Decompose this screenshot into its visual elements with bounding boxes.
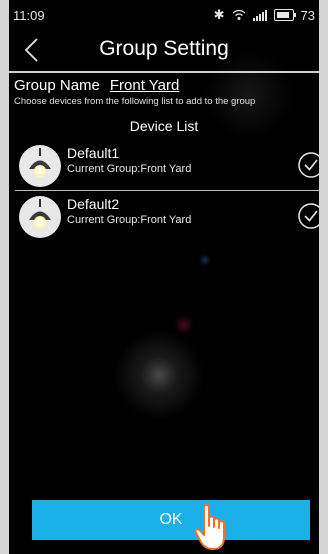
- title-bar: Group Setting: [9, 32, 319, 68]
- ok-button[interactable]: OK: [32, 500, 310, 540]
- list-divider: [15, 190, 319, 191]
- group-hint: Choose devices from the following list t…: [14, 96, 256, 107]
- signal-icon: [252, 9, 267, 21]
- page-title: Group Setting: [99, 37, 229, 60]
- status-bar: 11:09 ✱ 73: [9, 0, 319, 30]
- battery-level: 73: [300, 7, 315, 23]
- group-name-value[interactable]: Front Yard: [110, 77, 179, 94]
- device-group: Current Group:Front Yard: [67, 214, 192, 226]
- device-name: Default1: [67, 145, 120, 161]
- device-list-title: Device List: [129, 118, 199, 134]
- wifi-icon: [232, 9, 245, 20]
- device-group: Current Group:Front Yard: [67, 163, 192, 175]
- battery-icon: [273, 9, 296, 21]
- group-name-label: Group Name: [14, 77, 100, 94]
- status-icons: ✱ 73: [214, 7, 315, 23]
- status-time: 11:09: [13, 8, 45, 23]
- device-name: Default2: [67, 196, 120, 212]
- list-item[interactable]: Default1 Current Group:Front Yard: [17, 143, 319, 189]
- check-circle-icon[interactable]: [297, 202, 319, 230]
- check-circle-icon[interactable]: [297, 151, 319, 179]
- group-name-row: Group Name Front Yard: [14, 77, 179, 94]
- list-item[interactable]: Default2 Current Group:Front Yard: [17, 194, 319, 240]
- bulb-icon: [19, 196, 61, 238]
- bulb-icon: [19, 145, 61, 187]
- phone-screen: 11:09 ✱ 73 Group Setting Group Name Front…: [9, 0, 319, 554]
- ok-button-label: OK: [159, 511, 183, 528]
- hand-pointer-icon: [194, 504, 225, 550]
- header-divider: [9, 71, 319, 73]
- bluetooth-icon: ✱: [213, 7, 225, 22]
